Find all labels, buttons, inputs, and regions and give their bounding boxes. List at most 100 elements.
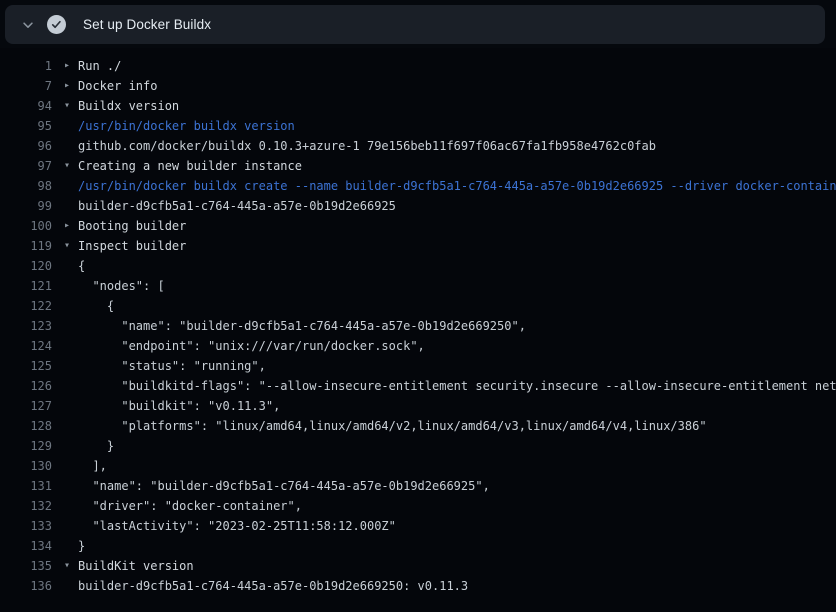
log-text: "buildkitd-flags": "--allow-insecure-ent… (78, 376, 836, 396)
log-text: Buildx version (78, 96, 179, 116)
line-number[interactable]: 136 (0, 576, 52, 596)
line-number[interactable]: 119 (0, 236, 52, 256)
line-number[interactable]: 124 (0, 336, 52, 356)
triangle-down-icon[interactable]: ▾ (64, 556, 78, 576)
log-line: 131 "name": "builder-d9cfb5a1-c764-445a-… (0, 476, 836, 496)
arrow-spacer (64, 476, 78, 496)
log-line: 125 "status": "running", (0, 356, 836, 376)
line-number[interactable]: 129 (0, 436, 52, 456)
line-number[interactable]: 126 (0, 376, 52, 396)
log-group-header[interactable]: 7 ▸Docker info (0, 76, 836, 96)
log-lines: 1▸Run ./7▸Docker info94▾Buildx version95… (0, 56, 836, 596)
line-number[interactable]: 122 (0, 296, 52, 316)
log-line: 127 "buildkit": "v0.11.3", (0, 396, 836, 416)
arrow-spacer (64, 516, 78, 536)
line-number[interactable]: 98 (0, 176, 52, 196)
arrow-spacer (64, 396, 78, 416)
line-number[interactable]: 1 (0, 56, 52, 76)
log-line: 124 "endpoint": "unix:///var/run/docker.… (0, 336, 836, 356)
log-line: 132 "driver": "docker-container", (0, 496, 836, 516)
log-text: "buildkit": "v0.11.3", (78, 396, 280, 416)
check-circle-icon (47, 15, 66, 34)
line-number[interactable]: 100 (0, 216, 52, 236)
triangle-down-icon[interactable]: ▾ (64, 96, 78, 116)
line-number[interactable]: 130 (0, 456, 52, 476)
chevron-down-icon[interactable] (13, 18, 43, 32)
arrow-spacer (64, 576, 78, 596)
log-group-header[interactable]: 119 ▾Inspect builder (0, 236, 836, 256)
arrow-spacer (64, 256, 78, 276)
log-group-header[interactable]: 135 ▾BuildKit version (0, 556, 836, 576)
log-group-header[interactable]: 94 ▾Buildx version (0, 96, 836, 116)
log-line: 96 github.com/docker/buildx 0.10.3+azure-… (0, 136, 836, 156)
line-number[interactable]: 97 (0, 156, 52, 176)
log-group-header[interactable]: 97▾Creating a new builder instance (0, 156, 836, 176)
triangle-down-icon[interactable]: ▾ (64, 156, 78, 176)
arrow-spacer (64, 496, 78, 516)
log-line: 120 { (0, 256, 836, 276)
log-text: Inspect builder (78, 236, 186, 256)
log-group-header[interactable]: 1 ▸Run ./ (0, 56, 836, 76)
log-line: 121 "nodes": [ (0, 276, 836, 296)
log-text: BuildKit version (78, 556, 194, 576)
line-number[interactable]: 132 (0, 496, 52, 516)
arrow-spacer (64, 296, 78, 316)
log-text: /usr/bin/docker buildx create --name bui… (78, 176, 836, 196)
arrow-spacer (64, 536, 78, 556)
arrow-spacer (64, 316, 78, 336)
arrow-spacer (64, 336, 78, 356)
line-number[interactable]: 125 (0, 356, 52, 376)
arrow-spacer (64, 356, 78, 376)
line-number[interactable]: 123 (0, 316, 52, 336)
line-number[interactable]: 95 (0, 116, 52, 136)
line-number[interactable]: 134 (0, 536, 52, 556)
log-text: "status": "running", (78, 356, 266, 376)
arrow-spacer (64, 416, 78, 436)
log-line: 123 "name": "builder-d9cfb5a1-c764-445a-… (0, 316, 836, 336)
log-line: 122 { (0, 296, 836, 316)
triangle-right-icon[interactable]: ▸ (64, 216, 78, 236)
line-number[interactable]: 120 (0, 256, 52, 276)
log-line: 136 builder-d9cfb5a1-c764-445a-a57e-0b19d… (0, 576, 836, 596)
line-number[interactable]: 131 (0, 476, 52, 496)
arrow-spacer (64, 456, 78, 476)
log-text: "endpoint": "unix:///var/run/docker.sock… (78, 336, 425, 356)
log-group-header[interactable]: 100 ▸Booting builder (0, 216, 836, 236)
arrow-spacer (64, 196, 78, 216)
line-number[interactable]: 99 (0, 196, 52, 216)
triangle-right-icon[interactable]: ▸ (64, 56, 78, 76)
log-text: Docker info (78, 76, 157, 96)
log-text: Run ./ (78, 56, 121, 76)
log-text: Booting builder (78, 216, 186, 236)
log-text: ], (78, 456, 107, 476)
line-number[interactable]: 133 (0, 516, 52, 536)
line-number[interactable]: 121 (0, 276, 52, 296)
line-number[interactable]: 127 (0, 396, 52, 416)
line-number[interactable]: 135 (0, 556, 52, 576)
step-header[interactable]: Set up Docker Buildx (5, 5, 825, 44)
log-text: "lastActivity": "2023-02-25T11:58:12.000… (78, 516, 396, 536)
log-text: builder-d9cfb5a1-c764-445a-a57e-0b19d2e6… (78, 576, 468, 596)
line-number[interactable]: 7 (0, 76, 52, 96)
log-text: github.com/docker/buildx 0.10.3+azure-1 … (78, 136, 656, 156)
arrow-spacer (64, 136, 78, 156)
line-number[interactable]: 96 (0, 136, 52, 156)
arrow-spacer (64, 176, 78, 196)
log-text: "driver": "docker-container", (78, 496, 302, 516)
step-title: Set up Docker Buildx (83, 17, 211, 32)
log-text: "nodes": [ (78, 276, 165, 296)
log-text: /usr/bin/docker buildx version (78, 116, 295, 136)
log-line: 129 } (0, 436, 836, 456)
log-text: { (78, 256, 85, 276)
triangle-right-icon[interactable]: ▸ (64, 76, 78, 96)
line-number[interactable]: 128 (0, 416, 52, 436)
log-text: "platforms": "linux/amd64,linux/amd64/v2… (78, 416, 707, 436)
triangle-down-icon[interactable]: ▾ (64, 236, 78, 256)
log-line: 95/usr/bin/docker buildx version (0, 116, 836, 136)
line-number[interactable]: 94 (0, 96, 52, 116)
log-text: "name": "builder-d9cfb5a1-c764-445a-a57e… (78, 316, 526, 336)
arrow-spacer (64, 276, 78, 296)
log-text: builder-d9cfb5a1-c764-445a-a57e-0b19d2e6… (78, 196, 396, 216)
log-line: 98/usr/bin/docker buildx create --name b… (0, 176, 836, 196)
log-line: 126 "buildkitd-flags": "--allow-insecure… (0, 376, 836, 396)
